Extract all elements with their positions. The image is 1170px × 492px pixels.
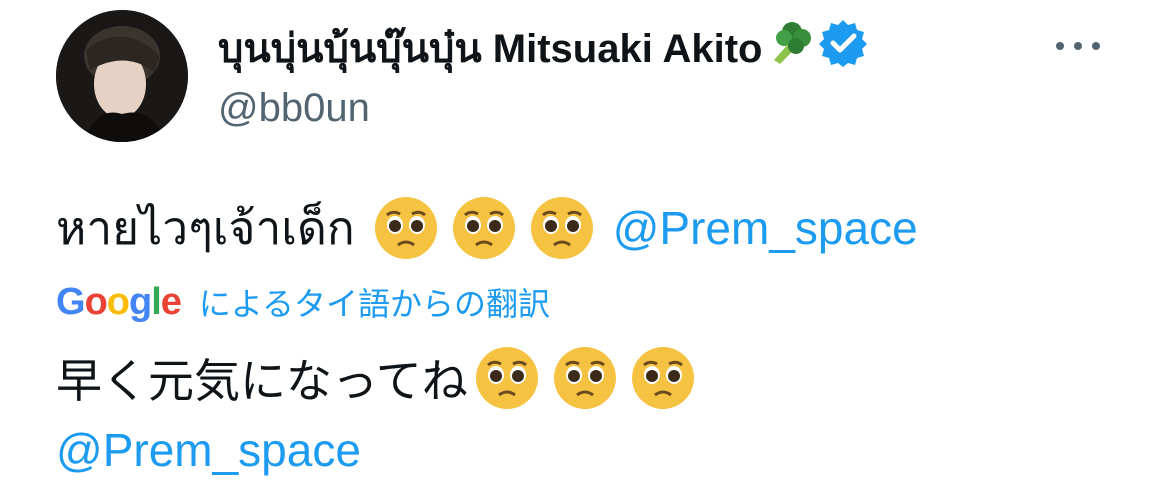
translation-attribution[interactable]: Google によるタイ語からの翻訳 [56,280,550,324]
avatar[interactable] [56,10,188,142]
google-logo: Google [56,280,182,324]
google-logo-letter: G [56,280,86,323]
display-name-row[interactable]: บุนบุ่นบุ้นบุ๊นบุ๋น Mitsuaki Akito [218,16,868,81]
avatar-photo [56,10,188,142]
pleading-face-icon [552,345,618,411]
translated-tweet-text: 早く元気になってね [56,346,708,410]
user-handle[interactable]: @bb0un [218,82,370,134]
broccoli-icon [764,16,816,81]
display-name[interactable]: บุนบุ่นบุ้นบุ๊นบุ๋น Mitsuaki Akito [218,23,762,75]
translated-mention-row: @Prem_space [56,420,361,480]
google-logo-letter: o [106,280,130,323]
pleading-face-icon [474,345,540,411]
more-options-icon[interactable] [1054,38,1102,52]
pleading-face-icon [451,195,517,261]
pleading-face-icon [373,195,439,261]
mention-link[interactable]: @Prem_space [56,423,361,477]
google-logo-letter: o [84,280,108,323]
original-text: หายไวๆเจ้าเด็ก [56,201,355,254]
original-tweet-text: หายไวๆเจ้าเด็ก @Prem_space [56,196,918,260]
pleading-face-icon [529,195,595,261]
pleading-face-icon [630,345,696,411]
google-logo-letter: e [160,280,182,323]
google-logo-letter: l [151,280,162,323]
translated-text: 早く元気になってね [56,355,468,407]
verified-icon[interactable] [818,17,868,80]
translation-note: によるタイ語からの翻訳 [198,286,550,322]
mention-link[interactable]: @Prem_space [613,201,918,255]
google-logo-letter: g [129,280,152,323]
